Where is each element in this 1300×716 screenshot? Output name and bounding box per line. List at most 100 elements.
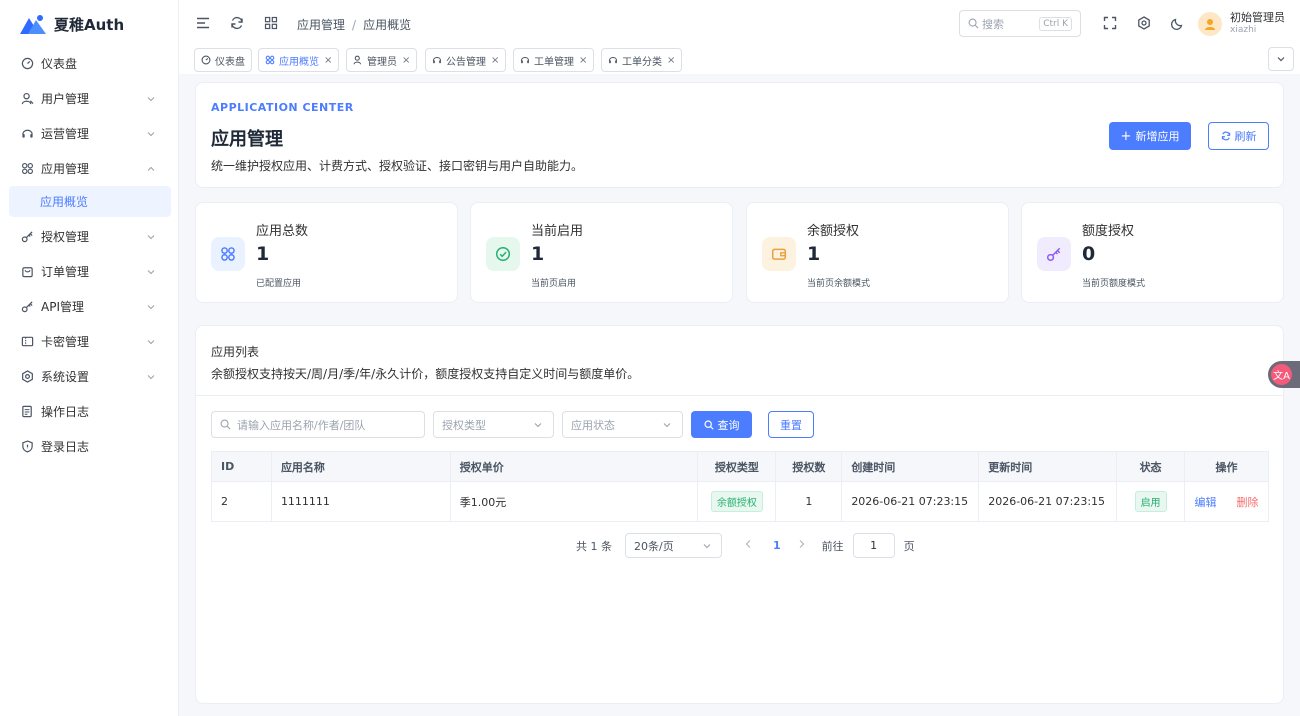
tab-announcements[interactable]: 公告管理 × (425, 48, 507, 72)
column-header[interactable]: ID (211, 451, 272, 482)
table-row: 2 1111111 季1.00元 余额授权 1 2026-06-21 07:23… (211, 481, 1269, 522)
pagination: 共 1 条 20条/页 1 前往 1 页 (576, 533, 915, 558)
translate-floating-button[interactable]: 文A (1268, 361, 1300, 388)
breadcrumb: 应用管理 / 应用概览 (297, 16, 411, 33)
add-app-button[interactable]: + 新增应用 (1109, 122, 1191, 150)
tab-label: 应用概览 (279, 56, 319, 68)
menu-toggle-icon[interactable] (195, 15, 211, 31)
chevron-down-icon (146, 301, 156, 311)
tab-app-overview[interactable]: 应用概览 × (258, 48, 340, 72)
app-status-select[interactable]: 应用状态 (562, 411, 683, 438)
apps-grid-icon[interactable] (263, 15, 279, 31)
wallet-icon (762, 237, 796, 271)
fullscreen-icon[interactable] (1102, 15, 1118, 31)
close-icon[interactable]: × (667, 55, 675, 66)
keyword-placeholder: 请输入应用名称/作者/团队 (237, 418, 366, 432)
search-icon (703, 419, 714, 430)
sidebar-item-label: 卡密管理 (41, 335, 90, 349)
refresh-button[interactable]: 刷新 (1208, 122, 1269, 150)
tab-dashboard[interactable]: 仪表盘 (194, 48, 252, 72)
next-page-icon[interactable] (798, 539, 810, 552)
chevron-down-icon (146, 231, 156, 241)
refresh-icon[interactable] (229, 15, 245, 31)
sidebar-item-api[interactable]: API管理 (0, 289, 178, 324)
column-header[interactable]: 状态 (1116, 451, 1186, 482)
chevron-down-icon (146, 336, 156, 346)
sidebar-item-dashboard[interactable]: 仪表盘 (0, 46, 178, 81)
table-header-row: ID 应用名称 授权单价 授权类型 授权数 创建时间 更新时间 状态 操作 (211, 451, 1269, 482)
sidebar-item-label: 登录日志 (41, 440, 90, 454)
column-header[interactable]: 创建时间 (841, 451, 980, 482)
auth-type-tag: 余额授权 (710, 491, 763, 512)
cell-count: 1 (775, 481, 843, 522)
column-header[interactable]: 更新时间 (978, 451, 1118, 482)
sidebar-item-orders[interactable]: 订单管理 (0, 254, 178, 289)
keyword-search-input[interactable]: 请输入应用名称/作者/团队 (211, 411, 425, 438)
prev-page-icon[interactable] (744, 539, 756, 552)
pagination-total: 共 1 条 (576, 539, 612, 553)
list-title: 应用列表 (211, 345, 260, 359)
close-icon[interactable]: × (324, 55, 332, 66)
moon-icon[interactable] (1170, 15, 1186, 31)
edit-link[interactable]: 编辑 (1195, 496, 1217, 509)
sidebar-item-login-log[interactable]: 登录日志 (0, 429, 178, 464)
page-number-current[interactable]: 1 (773, 539, 781, 552)
gauge-icon (20, 57, 34, 71)
close-icon[interactable]: × (491, 55, 499, 66)
query-button[interactable]: 查询 (691, 411, 752, 438)
sidebar-item-licenses[interactable]: 授权管理 (0, 219, 178, 254)
page-description: 统一维护授权应用、计费方式、授权验证、接口密钥与用户自助能力。 (211, 159, 584, 173)
headset-icon (20, 127, 34, 141)
global-search[interactable]: 搜索 Ctrl K (959, 10, 1081, 37)
column-header[interactable]: 授权类型 (697, 451, 777, 482)
page-size-select[interactable]: 20条/页 (625, 533, 722, 558)
goto-page-input[interactable]: 1 (852, 533, 895, 558)
cell-price: 季1.00元 (449, 481, 699, 522)
sidebar-item-settings[interactable]: 系统设置 (0, 359, 178, 394)
sidebar-item-users[interactable]: 用户管理 (0, 81, 178, 116)
stat-value: 0 (1082, 243, 1096, 265)
column-header[interactable]: 授权数 (775, 451, 843, 482)
tab-admins[interactable]: 管理员 × (346, 48, 418, 72)
search-icon (220, 419, 231, 430)
column-header[interactable]: 授权单价 (449, 451, 699, 482)
reset-button[interactable]: 重置 (768, 411, 814, 438)
tab-more-button[interactable] (1268, 47, 1294, 71)
tab-label: 公告管理 (446, 56, 486, 68)
auth-type-select[interactable]: 授权类型 (433, 411, 554, 438)
sidebar-subitem-app-overview[interactable]: 应用概览 (9, 186, 171, 217)
breadcrumb-item[interactable]: 应用管理 (297, 18, 345, 32)
auth-type-placeholder: 授权类型 (442, 418, 486, 432)
stat-label: 应用总数 (256, 224, 309, 239)
column-header[interactable]: 应用名称 (270, 451, 451, 482)
sidebar-item-label: 用户管理 (41, 92, 90, 106)
sidebar-item-apps[interactable]: 应用管理 (0, 151, 178, 186)
logo[interactable]: 夏稚Auth (0, 0, 178, 48)
goto-label: 前往 (821, 539, 844, 553)
sidebar-item-label: API管理 (41, 300, 84, 314)
close-icon[interactable]: × (402, 55, 410, 66)
user-id: xiazhi (1230, 25, 1257, 35)
cell-status: 启用 (1116, 481, 1186, 522)
user-menu[interactable]: 初始管理员 xiazhi (1198, 11, 1285, 36)
sidebar-item-operations[interactable]: 运营管理 (0, 116, 178, 151)
sidebar-item-label: 操作日志 (41, 405, 90, 419)
settings-icon[interactable] (1136, 15, 1152, 31)
tab-ticket-categories[interactable]: 工单分类 × (601, 48, 683, 72)
tab-tickets[interactable]: 工单管理 × (513, 48, 595, 72)
close-icon[interactable]: × (579, 55, 587, 66)
stat-card-enabled: 当前启用 1 当前页启用 (470, 202, 733, 303)
key-icon (20, 300, 34, 314)
cell-actions: 编辑 删除 (1184, 481, 1269, 522)
refresh-button-label: 刷新 (1234, 130, 1257, 143)
cell-created: 2026-06-21 07:23:15 (841, 481, 980, 522)
sidebar-item-cards[interactable]: 卡密管理 (0, 324, 178, 359)
stat-label: 额度授权 (1082, 224, 1135, 239)
column-header: 操作 (1184, 451, 1269, 482)
delete-link[interactable]: 删除 (1237, 496, 1259, 509)
tab-label: 管理员 (367, 56, 397, 68)
sidebar-item-operation-log[interactable]: 操作日志 (0, 394, 178, 429)
cell-id: 2 (211, 481, 272, 522)
app-list-card: 应用列表 余额授权支持按天/周/月/季/年/永久计价，额度授权支持自定义时间与额… (195, 325, 1284, 704)
key-icon (1037, 237, 1071, 271)
